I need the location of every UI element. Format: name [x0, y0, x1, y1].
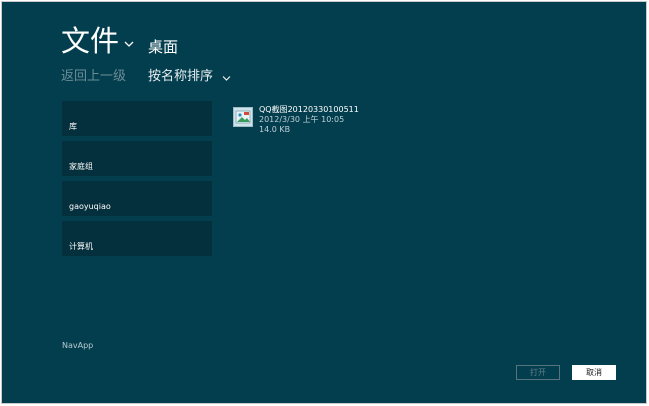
cancel-button[interactable]: 取消: [572, 365, 616, 380]
go-up-button[interactable]: 返回上一级: [61, 68, 126, 86]
chevron-down-icon[interactable]: [222, 75, 231, 82]
current-location: 桌面: [148, 38, 179, 56]
sidebar-item-user[interactable]: gaoyuqiao: [62, 181, 212, 216]
file-size: 14.0 KB: [259, 125, 291, 134]
file-date: 2012/3/30 上午 10:05: [259, 115, 345, 124]
sidebar-item-homegroup[interactable]: 家庭组: [62, 141, 212, 176]
chevron-down-icon[interactable]: [124, 40, 134, 48]
app-name: NavApp: [62, 341, 94, 350]
sidebar-item-library[interactable]: 库: [62, 101, 212, 136]
sidebar-item-label: 计算机: [69, 242, 93, 251]
file-name: QQ截图20120330100511: [259, 105, 359, 114]
page-title[interactable]: 文件: [61, 22, 119, 60]
file-item[interactable]: QQ截图20120330100511 2012/3/30 上午 10:05 14…: [233, 105, 383, 139]
image-file-icon: [233, 107, 253, 127]
sidebar-item-label: gaoyuqiao: [69, 202, 111, 211]
sidebar-item-label: 家庭组: [69, 162, 93, 171]
sidebar-item-computer[interactable]: 计算机: [62, 221, 212, 256]
open-button[interactable]: 打开: [516, 365, 560, 380]
sort-dropdown[interactable]: 按名称排序: [148, 68, 213, 86]
file-picker-window: 文件 桌面 返回上一级 按名称排序 库 家庭组 gaoyuqiao 计算机 Na…: [1, 1, 647, 404]
sidebar-item-label: 库: [69, 122, 77, 131]
